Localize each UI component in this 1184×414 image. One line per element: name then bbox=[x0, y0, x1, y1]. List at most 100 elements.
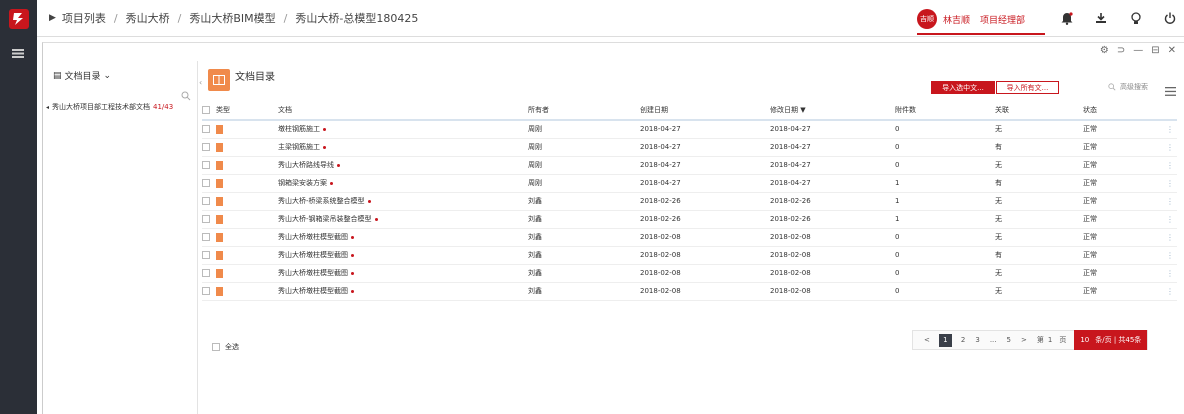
cell-document[interactable]: 秀山大桥墩柱模型截图 bbox=[278, 282, 528, 300]
close-icon[interactable]: ✕ bbox=[1168, 45, 1176, 56]
document-name[interactable]: 主梁钢筋施工 bbox=[278, 143, 320, 151]
prev-page-button[interactable]: < bbox=[924, 336, 930, 344]
import-selected-button[interactable]: 导入选中文... bbox=[931, 81, 995, 94]
table-row[interactable]: 主梁钢筋施工 周刚 2018-04-27 2018-04-27 0 有 正常 ⋮ bbox=[202, 138, 1177, 156]
col-modified[interactable]: 修改日期 ▼ bbox=[770, 101, 895, 120]
page-button[interactable]: 3 bbox=[975, 336, 979, 344]
table-row[interactable]: 钢箱梁安装方案 周刚 2018-04-27 2018-04-27 1 有 正常 ⋮ bbox=[202, 174, 1177, 192]
goto-label: 第 bbox=[1036, 336, 1044, 344]
row-checkbox[interactable] bbox=[202, 287, 210, 295]
row-checkbox[interactable] bbox=[202, 179, 210, 187]
maximize-icon[interactable]: ⊟ bbox=[1151, 45, 1159, 56]
more-icon[interactable]: ⋮ bbox=[1163, 174, 1177, 192]
cell-status: 正常 bbox=[1083, 215, 1097, 223]
more-icon[interactable]: ⋮ bbox=[1163, 264, 1177, 282]
more-icon[interactable]: ⋮ bbox=[1163, 228, 1177, 246]
row-checkbox[interactable] bbox=[202, 161, 210, 169]
more-icon[interactable]: ⋮ bbox=[1163, 246, 1177, 264]
more-icon[interactable]: ⋮ bbox=[1163, 138, 1177, 156]
row-checkbox[interactable] bbox=[202, 251, 210, 259]
cell-document[interactable]: 墩柱钢筋施工 bbox=[278, 120, 528, 138]
download-icon[interactable] bbox=[1093, 10, 1109, 26]
document-name[interactable]: 钢箱梁安装方案 bbox=[278, 179, 327, 187]
table-row[interactable]: 秀山大桥墩柱模型截图 刘鑫 2018-02-08 2018-02-08 0 无 正常 ⋮ bbox=[202, 228, 1177, 246]
back-icon[interactable]: ⊃ bbox=[1117, 45, 1125, 56]
select-all-checkbox[interactable] bbox=[212, 343, 220, 351]
more-icon[interactable]: ⋮ bbox=[1163, 282, 1177, 300]
table-row[interactable]: 秀山大桥-钢箱梁吊装整合模型 刘鑫 2018-02-26 2018-02-26 1 无 正常… bbox=[202, 210, 1177, 228]
col-attachments[interactable]: 附件数 bbox=[895, 101, 995, 120]
document-name[interactable]: 秀山大桥路线导线 bbox=[278, 161, 334, 169]
window-controls: ⚙ ⊃ — ⊟ ✕ bbox=[1100, 45, 1176, 56]
breadcrumb-item-bridge[interactable]: 秀山大桥 bbox=[126, 10, 170, 26]
document-name[interactable]: 秀山大桥墩柱模型截图 bbox=[278, 251, 348, 259]
breadcrumb-item-bim[interactable]: 秀山大桥BIM模型 bbox=[189, 10, 275, 26]
col-document[interactable]: 文档 bbox=[278, 101, 528, 120]
tree-header[interactable]: ▤ 文档目录 ⌄ bbox=[53, 69, 111, 83]
select-all[interactable]: 全选 bbox=[212, 342, 239, 352]
col-created[interactable]: 创建日期 bbox=[640, 101, 770, 120]
breadcrumb-separator: / bbox=[283, 11, 288, 25]
cell-document[interactable]: 钢箱梁安装方案 bbox=[278, 174, 528, 192]
row-checkbox[interactable] bbox=[202, 233, 210, 241]
page-button-current[interactable]: 1 bbox=[938, 333, 952, 347]
table-body: 墩柱钢筋施工 周刚 2018-04-27 2018-04-27 0 无正常 ⋮ 主梁钢筋施工周… bbox=[202, 120, 1177, 300]
user-menu[interactable]: 吉顺 林吉顺 项目经理部 bbox=[917, 5, 1045, 35]
cell-document[interactable]: 秀山大桥-桥梁系统整合模型 bbox=[278, 192, 528, 210]
more-icon[interactable]: ⋮ bbox=[1163, 210, 1177, 228]
row-checkbox[interactable] bbox=[202, 143, 210, 151]
cell-owner: 刘鑫 bbox=[528, 233, 542, 241]
col-relation[interactable]: 关联 bbox=[995, 101, 1083, 120]
page-button[interactable]: 2 bbox=[961, 336, 965, 344]
row-checkbox[interactable] bbox=[202, 197, 210, 205]
cell-document[interactable]: 秀山大桥墩柱模型截图 bbox=[278, 246, 528, 264]
search-icon bbox=[1108, 83, 1116, 91]
book-icon bbox=[208, 69, 230, 91]
list-view-icon[interactable] bbox=[1165, 81, 1176, 96]
cell-status: 正常 bbox=[1083, 251, 1097, 259]
table-row[interactable]: 秀山大桥-桥梁系统整合模型 刘鑫 2018-02-26 2018-02-26 1 无 正常 ⋮ bbox=[202, 192, 1177, 210]
table-row[interactable]: 秀山大桥墩柱模型截图 刘鑫 2018-02-08 2018-02-08 0 无 正常 ⋮ bbox=[202, 264, 1177, 282]
import-all-button[interactable]: 导入所有文... bbox=[996, 81, 1059, 94]
select-all-checkbox-header[interactable] bbox=[202, 106, 210, 114]
cell-document[interactable]: 秀山大桥路线导线 bbox=[278, 156, 528, 174]
tree-item[interactable]: ◂ 秀山大桥项目部工程技术部文档 41/43 bbox=[46, 102, 196, 112]
table-row[interactable]: 秀山大桥墩柱模型截图 刘鑫 2018-02-08 2018-02-08 0 无 正常 ⋮ bbox=[202, 282, 1177, 300]
next-page-button[interactable]: > bbox=[1021, 336, 1027, 344]
breadcrumb-item-projects[interactable]: 项目列表 bbox=[62, 10, 106, 26]
col-owner[interactable]: 所有者 bbox=[528, 101, 640, 120]
document-name[interactable]: 秀山大桥墩柱模型截图 bbox=[278, 287, 348, 295]
document-name[interactable]: 秀山大桥-桥梁系统整合模型 bbox=[278, 197, 365, 205]
document-name[interactable]: 墩柱钢筋施工 bbox=[278, 125, 320, 133]
cell-document[interactable]: 秀山大桥墩柱模型截图 bbox=[278, 264, 528, 282]
search-icon[interactable] bbox=[181, 86, 191, 101]
document-name[interactable]: 秀山大桥-钢箱梁吊装整合模型 bbox=[278, 215, 372, 223]
table-row[interactable]: 墩柱钢筋施工 周刚 2018-04-27 2018-04-27 0 无 正常 ⋮ bbox=[202, 120, 1177, 138]
row-checkbox[interactable] bbox=[202, 215, 210, 223]
cell-document[interactable]: 秀山大桥墩柱模型截图 bbox=[278, 228, 528, 246]
cell-document[interactable]: 主梁钢筋施工 bbox=[278, 138, 528, 156]
col-status[interactable]: 状态 bbox=[1083, 101, 1163, 120]
bell-icon[interactable] bbox=[1059, 10, 1075, 26]
logo-icon[interactable] bbox=[5, 5, 32, 32]
cell-document[interactable]: 秀山大桥-钢箱梁吊装整合模型 bbox=[278, 210, 528, 228]
goto-page-input[interactable]: 1 bbox=[1048, 336, 1052, 344]
table-row[interactable]: 秀山大桥路线导线 周刚 2018-04-27 2018-04-27 0 无 正常 ⋮ bbox=[202, 156, 1177, 174]
more-icon[interactable]: ⋮ bbox=[1163, 156, 1177, 174]
document-name[interactable]: 秀山大桥墩柱模型截图 bbox=[278, 233, 348, 241]
menu-icon[interactable] bbox=[8, 48, 28, 58]
page-button[interactable]: 5 bbox=[1007, 336, 1011, 344]
row-checkbox[interactable] bbox=[202, 125, 210, 134]
more-icon[interactable]: ⋮ bbox=[1163, 192, 1177, 210]
bulb-icon[interactable] bbox=[1128, 10, 1144, 26]
advanced-search[interactable]: 高级搜索 bbox=[1108, 82, 1148, 92]
document-name[interactable]: 秀山大桥墩柱模型截图 bbox=[278, 269, 348, 277]
table-row[interactable]: 秀山大桥墩柱模型截图 刘鑫 2018-02-08 2018-02-08 0 有 正常 ⋮ bbox=[202, 246, 1177, 264]
page-summary[interactable]: 10 条/页 | 共45条 bbox=[1074, 330, 1148, 350]
minimize-icon[interactable]: — bbox=[1133, 45, 1143, 56]
file-icon bbox=[216, 178, 223, 188]
more-icon[interactable]: ⋮ bbox=[1163, 120, 1177, 138]
power-icon[interactable] bbox=[1162, 10, 1178, 26]
settings-icon[interactable]: ⚙ bbox=[1100, 45, 1109, 56]
row-checkbox[interactable] bbox=[202, 269, 210, 277]
